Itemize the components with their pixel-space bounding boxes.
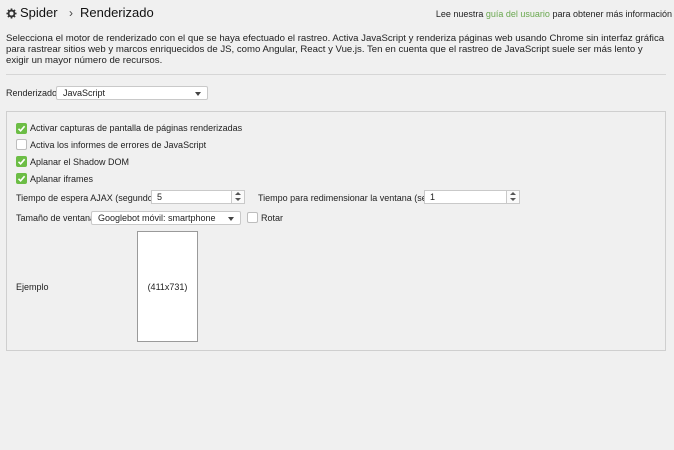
window-size-select[interactable]: Googlebot móvil: smartphone — [91, 211, 241, 225]
window-size-value: Googlebot móvil: smartphone — [98, 213, 216, 223]
flatten-shadow-dom-checkbox[interactable] — [16, 156, 27, 167]
stepper-arrows[interactable] — [506, 191, 519, 203]
checkmark-icon — [17, 158, 26, 165]
page-title: Renderizado — [80, 5, 154, 20]
chevron-down-icon — [195, 92, 201, 96]
screenshots-label: Activar capturas de pantalla de páginas … — [30, 123, 243, 133]
rendering-label: Renderizado — [6, 88, 58, 98]
checkmark-icon — [17, 175, 26, 182]
divider — [6, 74, 666, 75]
checkmark-icon — [17, 125, 26, 132]
js-errors-label: Activa los informes de errores de JavaSc… — [30, 140, 207, 150]
example-label: Ejemplo — [16, 282, 49, 292]
breadcrumb-spider[interactable]: Spider — [20, 5, 58, 20]
screenshots-checkbox[interactable] — [16, 123, 27, 134]
help-suffix: para obtener más información — [552, 9, 672, 19]
resize-time-stepper[interactable]: 1 — [424, 190, 520, 204]
resize-time-value: 1 — [430, 192, 436, 202]
intro-description: Selecciona el motor de renderizado con e… — [6, 33, 665, 66]
breadcrumb-separator: › — [69, 6, 73, 20]
decrement-icon[interactable] — [510, 198, 516, 201]
help-text: Lee nuestra guía del usuario para obtene… — [436, 9, 672, 19]
window-size-label: Tamaño de ventana — [16, 213, 96, 223]
increment-icon[interactable] — [510, 192, 516, 195]
rotate-label: Rotar — [261, 213, 284, 223]
chevron-down-icon — [228, 217, 234, 221]
viewport-preview: (411x731) — [137, 231, 198, 342]
ajax-timeout-label: Tiempo de espera AJAX (segundos) — [16, 193, 161, 203]
ajax-timeout-value: 5 — [157, 192, 163, 202]
js-errors-checkbox[interactable] — [16, 139, 27, 150]
ajax-timeout-stepper[interactable]: 5 — [151, 190, 245, 204]
flatten-shadow-dom-label: Aplanar el Shadow DOM — [30, 157, 130, 167]
viewport-size-text: (411x731) — [147, 282, 188, 292]
user-guide-link[interactable]: guía del usuario — [486, 9, 550, 19]
gear-icon — [6, 8, 17, 19]
decrement-icon[interactable] — [235, 198, 241, 201]
header-bar: Spider › Renderizado Lee nuestra guía de… — [0, 0, 674, 28]
rendering-select[interactable]: JavaScript — [56, 86, 208, 100]
increment-icon[interactable] — [235, 192, 241, 195]
flatten-iframes-label: Aplanar iframes — [30, 174, 94, 184]
resize-time-label: Tiempo para redimensionar la ventana (se… — [258, 193, 438, 203]
help-prefix: Lee nuestra — [435, 9, 484, 19]
rotate-checkbox[interactable] — [247, 212, 258, 223]
rendering-select-value: JavaScript — [63, 88, 106, 98]
flatten-iframes-checkbox[interactable] — [16, 173, 27, 184]
stepper-arrows[interactable] — [231, 191, 244, 203]
